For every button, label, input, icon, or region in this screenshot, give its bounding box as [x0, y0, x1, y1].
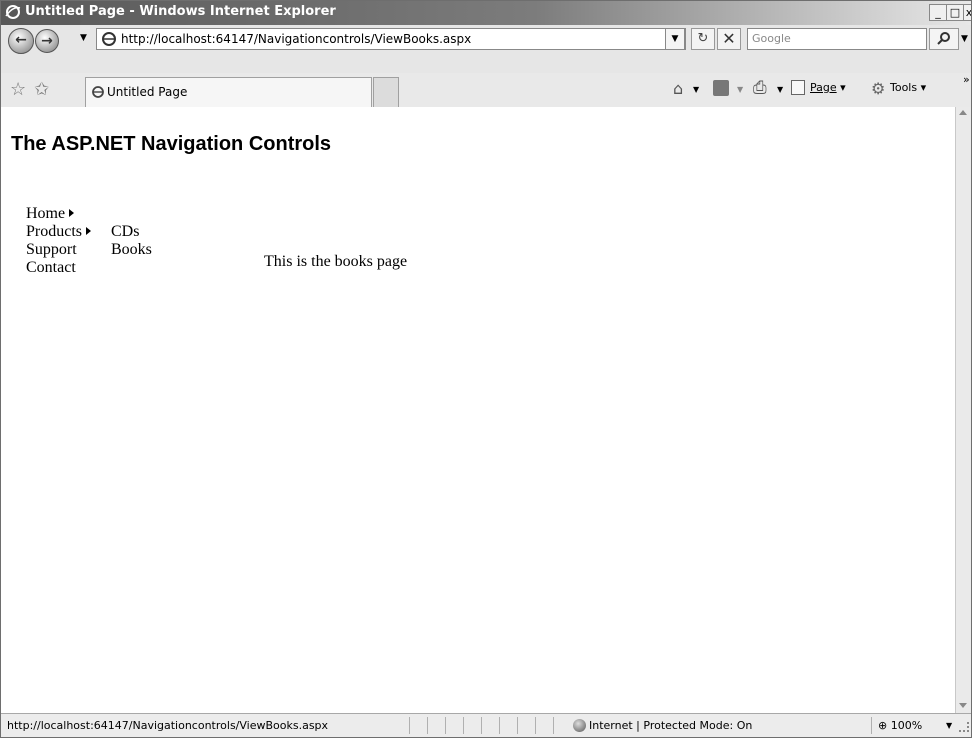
title-bar: Untitled Page - Windows Internet Explore… [1, 1, 971, 25]
status-bar: http://localhost:64147/Navigationcontrol… [1, 713, 971, 737]
add-favorite-icon[interactable]: ✩ [34, 79, 49, 100]
status-segment [517, 717, 535, 734]
new-tab-button[interactable] [373, 77, 399, 107]
rss-feed-icon[interactable] [713, 80, 729, 96]
tab-label: Untitled Page [107, 85, 188, 99]
menu-item-products[interactable]: Products [26, 223, 91, 241]
forward-button[interactable]: → [35, 29, 59, 53]
page-heading: The ASP.NET Navigation Controls [11, 133, 332, 155]
vertical-scrollbar[interactable] [955, 107, 971, 713]
status-segment [481, 717, 499, 734]
gear-icon: ⚙ [871, 79, 886, 98]
page-body-text: This is the books page [264, 253, 408, 270]
home-icon[interactable]: ⌂ [673, 79, 683, 98]
submenu-item-cds[interactable]: CDs [111, 223, 139, 241]
status-segment [535, 717, 553, 734]
security-zone[interactable]: Internet | Protected Mode: On [571, 717, 752, 734]
feed-dropdown-icon[interactable]: ▼ [737, 85, 743, 94]
page-content: The ASP.NET Navigation Controls Home Pro… [1, 107, 955, 713]
menu-item-label: Products [26, 223, 82, 240]
menu-item-label: Home [26, 205, 66, 222]
print-dropdown-icon[interactable]: ▼ [777, 85, 783, 94]
menu-item-label: Support [26, 241, 77, 258]
tab-untitled-page[interactable]: Untitled Page [85, 77, 372, 107]
submenu-item-books[interactable]: Books [111, 241, 152, 259]
address-bar-row: ← → ▼ http://localhost:64147/Navigationc… [1, 25, 971, 74]
status-segment [553, 717, 571, 734]
search-options-icon[interactable]: ▼ [961, 34, 968, 44]
ie-page-icon [102, 32, 116, 46]
status-segment [499, 717, 517, 734]
scroll-up-icon[interactable] [959, 110, 967, 115]
address-dropdown-button[interactable]: ▼ [665, 28, 685, 50]
back-button[interactable]: ← [8, 28, 34, 54]
search-button[interactable] [929, 28, 959, 50]
submenu-arrow-icon [69, 209, 75, 217]
status-segment [409, 717, 427, 734]
history-dropdown-icon[interactable]: ▼ [80, 33, 87, 43]
zoom-icon: ⊕ [878, 719, 888, 732]
menu-item-home[interactable]: Home [26, 205, 75, 223]
resize-grip-icon[interactable] [959, 722, 969, 732]
zoom-value: 100% [890, 719, 923, 732]
menu-item-contact[interactable]: Contact [26, 259, 76, 277]
globe-icon [573, 719, 586, 732]
star-icon[interactable]: ☆ [10, 79, 26, 100]
minimize-button[interactable]: _ [929, 4, 947, 21]
home-dropdown-icon[interactable]: ▼ [693, 85, 699, 94]
page-menu[interactable]: Page ▾ [810, 81, 846, 94]
close-button[interactable]: x [963, 4, 971, 21]
browser-window: Untitled Page - Windows Internet Explore… [0, 0, 972, 738]
ie-tab-icon [92, 86, 104, 98]
zoom-dropdown-icon[interactable]: ▼ [946, 721, 952, 730]
address-url: http://localhost:64147/Navigationcontrol… [121, 32, 472, 46]
status-segment [445, 717, 463, 734]
stop-icon[interactable]: ✕ [717, 28, 741, 50]
submenu-arrow-icon [86, 227, 91, 235]
menu-item-label: Contact [26, 259, 76, 276]
printer-icon[interactable]: ⎙ [753, 78, 767, 98]
menu-item-support[interactable]: Support [26, 241, 77, 259]
window-title: Untitled Page - Windows Internet Explore… [25, 4, 336, 19]
status-segment [427, 717, 445, 734]
search-input[interactable]: Google [747, 28, 927, 50]
tab-row: ☆ ✩ Untitled Page ⌂ ▼ ▼ ⎙ ▼ Page ▾ ⚙ Too… [1, 73, 971, 108]
magnifier-icon [937, 32, 950, 45]
address-field[interactable]: http://localhost:64147/Navigationcontrol… [96, 28, 686, 50]
scroll-down-icon[interactable] [959, 703, 967, 708]
tools-menu[interactable]: Tools ▾ [890, 81, 926, 94]
status-segment [463, 717, 481, 734]
page-icon [791, 80, 805, 95]
maximize-button[interactable]: □ [946, 4, 964, 21]
status-url: http://localhost:64147/Navigationcontrol… [7, 719, 329, 732]
zone-label: Internet | Protected Mode: On [589, 719, 753, 732]
zoom-level[interactable]: ⊕ 100% [871, 717, 951, 734]
more-commands-button[interactable]: » [963, 73, 970, 86]
refresh-icon[interactable]: ↻ [691, 28, 715, 50]
ie-logo-icon [5, 5, 21, 19]
